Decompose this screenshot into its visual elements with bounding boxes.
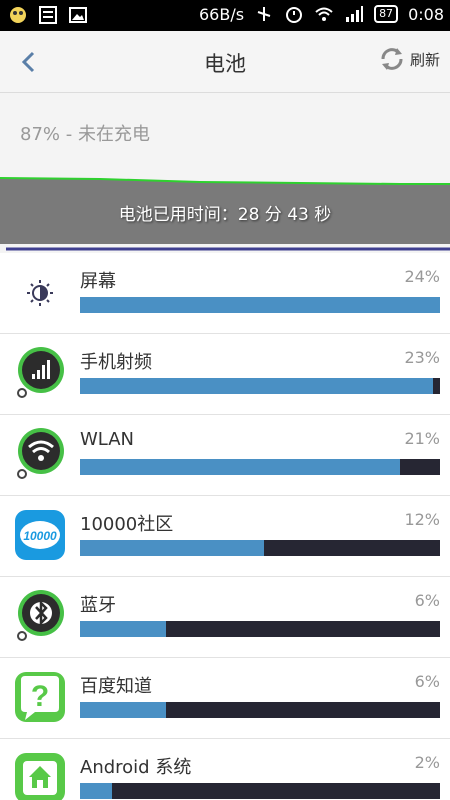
usage-bar-track — [80, 459, 440, 475]
list-item-bluetooth[interactable]: 蓝牙 6% — [0, 577, 450, 658]
usage-bar-track — [80, 378, 440, 394]
wifi-icon — [17, 428, 64, 479]
refresh-label: 刷新 — [409, 50, 440, 69]
item-label: 屏幕 — [80, 271, 116, 292]
battery-status-icon: 87 — [374, 5, 399, 23]
charge-status-text: 87% - 未在充电 — [20, 124, 150, 145]
usage-list: 屏幕 24% 手机射频 23% WLAN 21% 10000 10000社区 1… — [0, 253, 450, 800]
list-item-10000-community[interactable]: 10000 10000社区 12% — [0, 496, 450, 577]
community-icon-text: 10000 — [23, 529, 57, 543]
baidu-zhidao-icon: ? — [15, 672, 65, 722]
usage-bar-track — [80, 540, 440, 556]
image-notification-icon — [69, 7, 87, 23]
usage-bar-fill — [80, 540, 264, 556]
usage-bar-fill — [80, 378, 433, 394]
community-app-icon: 10000 — [15, 510, 65, 560]
battery-usage-time: 电池已用时间：28 分 43 秒 — [118, 205, 332, 225]
usage-bar-fill — [80, 621, 167, 637]
mute-icon — [257, 7, 271, 21]
list-item-screen[interactable]: 屏幕 24% — [0, 253, 450, 334]
alarm-icon — [286, 7, 303, 23]
status-bar: 66B/s 87 0:08 — [0, 0, 450, 31]
refresh-button[interactable]: 刷新 — [378, 45, 440, 73]
usage-bar-track — [80, 297, 440, 313]
item-label: 手机射频 — [80, 352, 152, 373]
item-percent: 12% — [404, 510, 440, 529]
header-bar: 电池 刷新 — [0, 31, 450, 93]
usage-bar-fill — [80, 783, 113, 799]
item-percent: 24% — [404, 267, 440, 286]
usage-bar-fill — [80, 297, 440, 313]
list-item-cell-radio[interactable]: 手机射频 23% — [0, 334, 450, 415]
item-label: Android 系统 — [80, 757, 192, 778]
list-item-baidu-zhidao[interactable]: ? 百度知道 6% — [0, 658, 450, 739]
usage-bar-track — [80, 621, 440, 637]
usage-bar-track — [80, 783, 440, 799]
item-label: 百度知道 — [80, 676, 152, 697]
item-label: WLAN — [80, 429, 135, 450]
usage-bar-fill — [80, 702, 167, 718]
status-time: 0:08 — [408, 4, 444, 24]
refresh-icon — [381, 48, 403, 70]
wifi-status-icon — [315, 7, 333, 21]
usage-bar-track — [80, 702, 440, 718]
bluetooth-icon — [17, 590, 64, 641]
status-left-icons — [8, 5, 88, 25]
list-notification-icon — [39, 6, 57, 24]
list-item-wlan[interactable]: WLAN 21% — [0, 415, 450, 496]
android-system-icon — [15, 753, 65, 800]
item-label: 蓝牙 — [80, 595, 116, 616]
item-percent: 23% — [404, 348, 440, 367]
list-item-android-system[interactable]: Android 系统 2% — [0, 739, 450, 800]
brightness-icon — [27, 280, 53, 306]
signal-strength-icon — [346, 6, 364, 22]
item-percent: 6% — [414, 591, 440, 610]
network-speed: 66B/s — [199, 4, 245, 24]
item-percent: 6% — [414, 672, 440, 691]
item-label: 10000社区 — [80, 514, 174, 535]
cell-signal-icon — [17, 347, 64, 398]
app-notification-icon — [10, 7, 26, 23]
item-percent: 2% — [414, 753, 440, 772]
svg-text:?: ? — [31, 680, 49, 713]
item-percent: 21% — [404, 429, 440, 448]
usage-bar-fill — [80, 459, 401, 475]
status-right-icons: 66B/s 87 0:08 — [199, 4, 444, 24]
